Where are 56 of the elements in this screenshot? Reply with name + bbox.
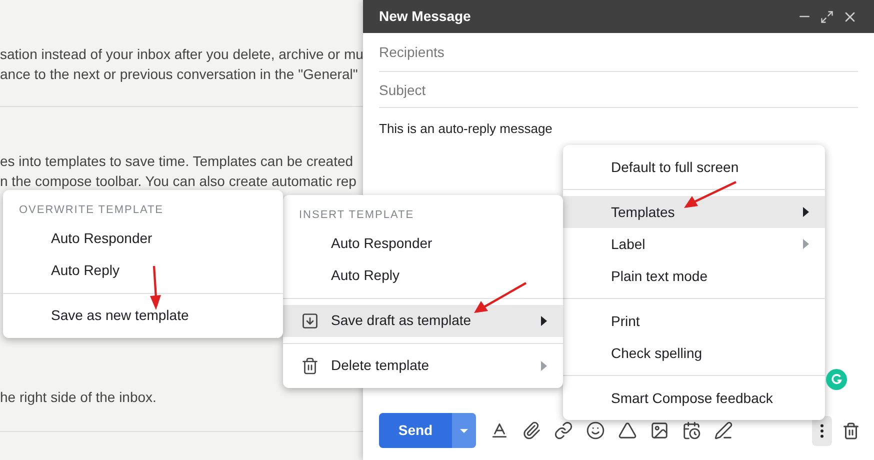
- menu-item[interactable]: Smart Compose feedback: [563, 382, 825, 414]
- menu-item-label: Auto Reply: [331, 266, 400, 285]
- menu-item[interactable]: Auto Reply: [283, 260, 563, 292]
- triangle-icon[interactable]: [618, 421, 637, 440]
- menu-item-label: Auto Responder: [331, 234, 432, 253]
- menu-item-label: Default to full screen: [611, 158, 739, 176]
- menu-item[interactable]: Save as new template: [3, 300, 283, 332]
- menu-item-label: Smart Compose feedback: [611, 388, 773, 408]
- expand-icon[interactable]: [820, 10, 834, 24]
- caret-icon: [460, 428, 468, 432]
- menu-item-label: Label: [611, 234, 646, 254]
- background-text: es into templates to save time. Templates can be created: [0, 152, 354, 171]
- menu-item[interactable]: Label: [563, 228, 825, 260]
- trash-icon: [301, 356, 319, 374]
- menu-item[interactable]: Auto Reply: [3, 254, 283, 286]
- menu-item[interactable]: Auto Responder: [283, 228, 563, 260]
- lock-clock-icon[interactable]: [682, 421, 701, 440]
- menu-item[interactable]: Delete template: [283, 350, 563, 382]
- link-icon[interactable]: [554, 421, 573, 440]
- paperclip-icon[interactable]: [522, 421, 541, 440]
- menu-item[interactable]: Templates: [563, 196, 825, 228]
- annotation-arrow: [148, 266, 162, 310]
- download-box-icon: [301, 312, 319, 330]
- background-text: ance to the next or previous conversation in the "General": [0, 65, 359, 84]
- image-icon[interactable]: [650, 421, 669, 440]
- subject-field[interactable]: Subject: [379, 72, 858, 108]
- menu-item-label: Auto Reply: [51, 261, 120, 280]
- send-button[interactable]: Send: [379, 413, 452, 448]
- menu-item-label: Templates: [611, 202, 675, 222]
- menu-heading: INSERT TEMPLATE: [298, 208, 416, 223]
- smiley-icon[interactable]: [586, 421, 605, 440]
- menu-item[interactable]: Auto Responder: [3, 222, 283, 254]
- background-text: sation instead of your inbox after you delete, archive or mu: [0, 45, 363, 64]
- background-text: he right side of the inbox.: [0, 388, 158, 407]
- recipients-field[interactable]: Recipients: [379, 33, 858, 72]
- trash-icon[interactable]: [842, 422, 860, 440]
- menu-item-label: Save as new template: [51, 306, 189, 325]
- background-text: n the compose toolbar. You can also create automatic rep: [0, 172, 358, 191]
- menu-item[interactable]: Print: [563, 305, 825, 337]
- menu-item[interactable]: Check spelling: [563, 337, 825, 369]
- menu-item-label: Save draft as template: [331, 311, 472, 330]
- menu-item-label: Delete template: [331, 356, 430, 375]
- menu-item[interactable]: Save draft as template: [283, 304, 563, 336]
- menu-item[interactable]: Default to full screen: [563, 151, 825, 183]
- text-format-icon[interactable]: [490, 421, 509, 440]
- window-title: New Message: [379, 7, 471, 26]
- menu-item-label: Check spelling: [611, 344, 702, 363]
- send-options-button[interactable]: [452, 413, 476, 448]
- menu-item-label: Print: [611, 312, 640, 330]
- menu-item[interactable]: Plain text mode: [563, 260, 825, 292]
- more-options-icon[interactable]: [812, 416, 832, 446]
- menu-heading: OVERWRITE TEMPLATE: [18, 203, 165, 218]
- pen-icon[interactable]: [714, 421, 733, 440]
- message-body[interactable]: This is an auto-reply message: [379, 119, 858, 138]
- menu-item-label: Auto Responder: [51, 229, 152, 248]
- menu-item-label: Plain text mode: [611, 266, 708, 286]
